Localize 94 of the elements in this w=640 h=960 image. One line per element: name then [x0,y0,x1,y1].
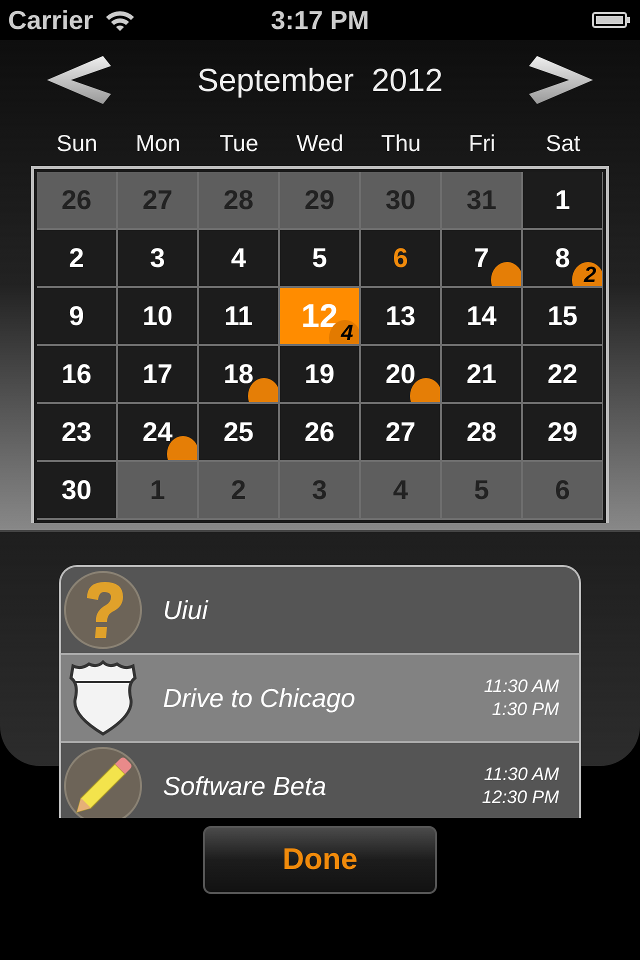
day-number: 24 [142,416,173,448]
day-number: 6 [554,474,570,506]
event-marker: 2 [572,262,602,286]
day-cell[interactable]: 27 [361,404,440,460]
day-number: 14 [466,300,497,332]
day-number: 28 [223,184,254,216]
day-cell[interactable]: 13 [361,288,440,344]
day-number: 28 [466,416,497,448]
day-cell[interactable]: 6 [361,230,440,286]
event-title: Drive to Chicago [163,682,356,714]
weekday-label: Fri [468,130,496,156]
day-number: 10 [142,300,173,332]
day-cell[interactable]: 22 [523,346,602,402]
day-number: 11 [224,300,253,332]
day-number: 30 [385,184,416,216]
day-number: 4 [230,242,246,274]
day-number: 2 [68,242,84,274]
day-cell[interactable]: 2 [37,230,116,286]
day-number: 13 [385,300,416,332]
day-cell[interactable]: 20 [361,346,440,402]
day-number: 27 [142,184,173,216]
status-time: 3:17 PM [270,4,370,36]
event-title: Uiui [163,594,210,626]
day-cell[interactable]: 10 [118,288,197,344]
day-cell[interactable]: 15 [523,288,602,344]
day-number: 7 [474,242,490,274]
day-cell[interactable]: 23 [37,404,116,460]
day-cell[interactable]: 17 [118,346,197,402]
day-number: 6 [392,242,408,274]
day-number: 15 [547,300,578,332]
event-end-time: 12:30 PM [482,787,559,808]
weekday-label: Sun [56,130,98,156]
done-button[interactable]: Done [203,826,437,894]
weekday-label: Thu [380,130,422,156]
day-number: 22 [547,358,578,390]
battery-icon [592,10,632,30]
day-number: 3 [150,242,166,274]
day-number: 3 [312,474,328,506]
day-number: 8 [554,242,570,274]
day-number: 2 [230,474,246,506]
question-mark-icon [63,570,143,650]
day-number: 16 [61,358,92,390]
day-cell[interactable]: 7 [442,230,521,286]
day-cell[interactable]: 5 [280,230,359,286]
weekday-label: Wed [296,130,344,156]
day-cell[interactable]: 28 [442,404,521,460]
day-cell[interactable]: 1 [523,172,602,228]
month-title: September 2012 [197,62,443,98]
day-number: 21 [466,358,497,390]
event-start-time: 11:30 AM [484,764,559,785]
day-cell[interactable]: 21 [442,346,521,402]
event-row[interactable]: Uiui [61,567,579,655]
day-cell[interactable]: 29 [523,404,602,460]
day-number: 26 [61,184,92,216]
day-cell[interactable]: 25 [199,404,278,460]
day-number: 27 [385,416,416,448]
day-number: 5 [474,474,490,506]
day-cell[interactable]: 11 [199,288,278,344]
event-start-time: 11:30 AM [484,676,559,697]
event-end-time: 1:30 PM [492,699,559,720]
weekday-label: Sat [544,130,582,156]
day-cell[interactable]: 26 [280,404,359,460]
day-cell[interactable]: 19 [280,346,359,402]
day-number: 17 [142,358,173,390]
day-cell[interactable]: 18 [199,346,278,402]
day-number: 4 [392,474,408,506]
pencil-icon [63,746,143,818]
carrier-label: Carrier [8,4,94,36]
day-number: 9 [68,300,84,332]
event-row[interactable]: Drive to Chicago 11:30 AM 1:30 PM [61,655,579,743]
day-cell[interactable]: 30 [37,462,116,518]
day-number: 31 [466,184,497,216]
weekday-label: Mon [134,130,182,156]
day-number: 1 [554,184,570,216]
day-number: 19 [304,358,335,390]
day-number: 5 [312,242,328,274]
day-number: 1 [150,474,166,506]
day-number: 29 [304,184,335,216]
day-number: 25 [223,416,254,448]
day-number: 23 [61,416,92,448]
day-cell[interactable]: 14 [442,288,521,344]
day-cell[interactable]: 24 [118,404,197,460]
weekday-label: Tue [218,130,260,156]
day-cell[interactable]: 9 [37,288,116,344]
event-title: Software Beta [163,770,328,802]
day-number: 18 [223,358,254,390]
day-cell[interactable]: 16 [37,346,116,402]
day-cell[interactable]: 3 [118,230,197,286]
day-number: 26 [304,416,335,448]
day-cell[interactable]: 8 2 [523,230,602,286]
day-cell[interactable]: 4 [199,230,278,286]
day-number: 30 [61,474,92,506]
day-number: 29 [547,416,578,448]
day-number: 20 [385,358,416,390]
